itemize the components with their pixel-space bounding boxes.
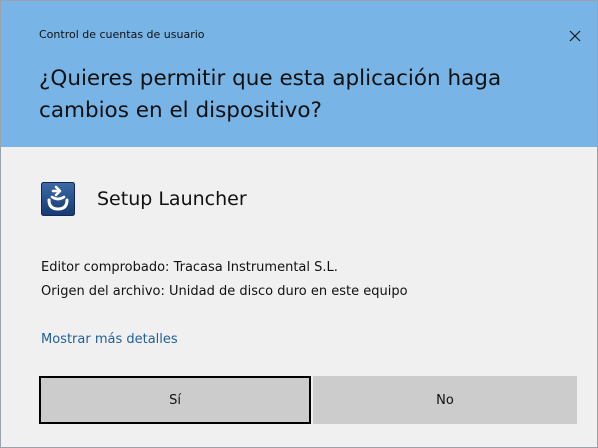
dialog-body: Setup Launcher Editor comprobado: Tracas… [1, 147, 597, 447]
more-details-link[interactable]: Mostrar más detalles [41, 332, 178, 347]
yes-button[interactable]: Sí [39, 376, 311, 424]
app-info: Editor comprobado: Tracasa Instrumental … [41, 256, 408, 304]
close-icon [569, 30, 581, 42]
no-button[interactable]: No [313, 376, 577, 424]
close-button[interactable] [557, 21, 593, 51]
prompt-question: ¿Quieres permitir que esta aplicación ha… [39, 66, 502, 123]
app-name: Setup Launcher [97, 188, 247, 210]
app-row: Setup Launcher [41, 181, 247, 217]
uac-dialog: Control de cuentas de usuario ¿Quieres p… [0, 0, 598, 448]
publisher-text: Editor comprobado: Tracasa Instrumental … [41, 260, 338, 275]
origin-text: Origen del archivo: Unidad de disco duro… [41, 284, 408, 299]
installer-icon [41, 182, 75, 216]
dialog-header: Control de cuentas de usuario ¿Quieres p… [1, 1, 597, 147]
window-caption: Control de cuentas de usuario [39, 28, 205, 41]
